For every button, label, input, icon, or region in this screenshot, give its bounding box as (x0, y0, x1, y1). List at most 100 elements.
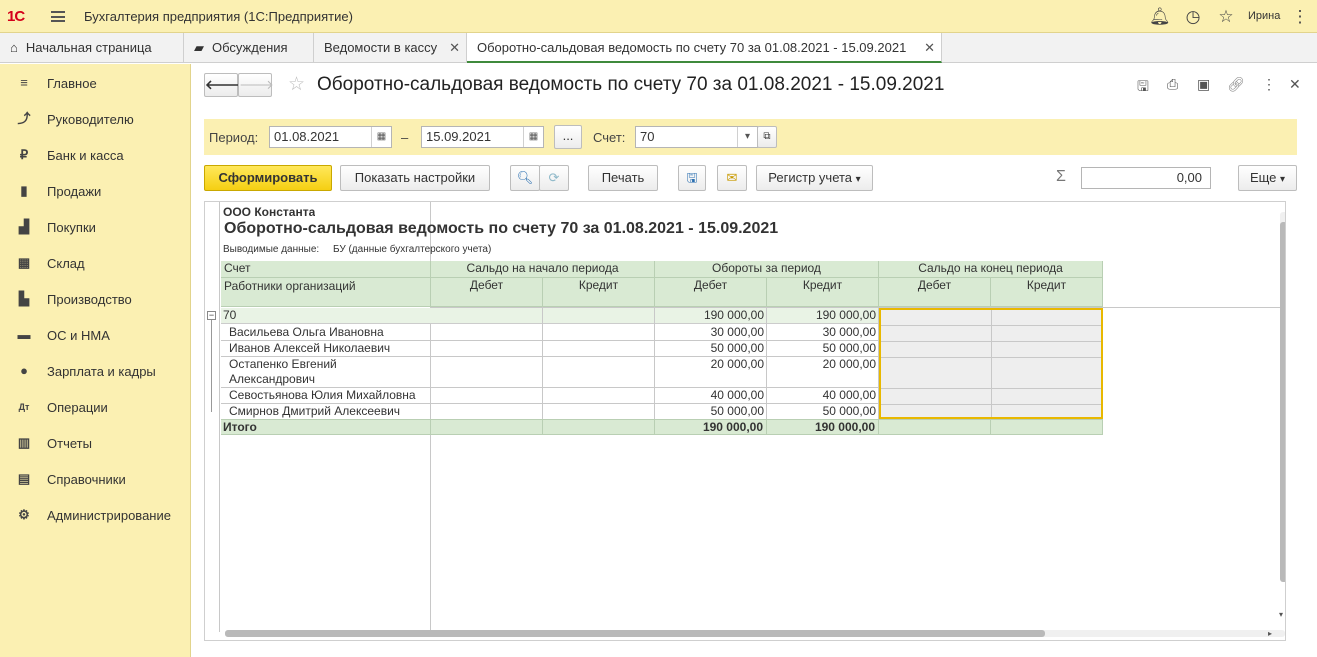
row-turn-debit: 20 000,00 (710, 357, 764, 371)
row-turn-credit: 20 000,00 (822, 357, 876, 371)
show-settings-button[interactable]: Показать настройки (340, 165, 490, 191)
row-turn-debit: 30 000,00 (710, 325, 764, 339)
grid-line (881, 404, 1101, 405)
tab-label: Начальная страница (25, 40, 152, 55)
sidebar-item-label: Главное (47, 76, 97, 91)
header-end-balance: Сальдо на конец периода (879, 261, 1103, 278)
sidebar-item-label: Администрирование (47, 508, 171, 523)
total-row-name: Итого (221, 419, 431, 435)
sidebar-item-main[interactable]: ≡ Главное (0, 67, 190, 97)
ruble-icon: ₽ (19, 147, 29, 162)
email-button[interactable]: ✉ (717, 165, 747, 191)
gear-icon: ⚙ (18, 507, 30, 522)
back-button[interactable]: 🡐 (204, 73, 240, 97)
more-vert-icon[interactable]: ⋮ (1262, 76, 1276, 93)
period-label: Период: (209, 130, 259, 145)
grid-line (654, 308, 655, 434)
save-icon[interactable]: 🖫 (1137, 76, 1149, 100)
preview-icon[interactable]: ▣ (1197, 76, 1210, 93)
sidebar-item-purchases[interactable]: ▟ Покупки (0, 211, 190, 241)
account-value: 70 (640, 129, 655, 144)
period-select-button[interactable]: ... (554, 125, 582, 149)
register-label: Регистр учета (768, 170, 853, 185)
tab-cash-statements[interactable]: Ведомости в кассу ✕ (314, 33, 467, 63)
header-account: Счет (221, 261, 431, 278)
forward-button[interactable]: 🡒 (238, 73, 274, 97)
header-workers: Работники организаций (221, 278, 431, 307)
trend-icon: ⤴ (17, 111, 31, 126)
search-button[interactable]: 🔍︎ (510, 165, 540, 191)
menu-icon[interactable] (51, 11, 65, 22)
report-sheet[interactable]: ООО Константа Оборотно-сальдовая ведомос… (204, 201, 1286, 641)
row-name: Смирнов Дмитрий Алексеевич (229, 404, 401, 418)
more-vert-icon[interactable]: ⋮ (1290, 7, 1310, 27)
horizontal-scroll-thumb[interactable] (225, 630, 1045, 637)
grid-line (542, 308, 543, 434)
person-icon: ● (20, 363, 28, 378)
history-icon[interactable]: ◷ (1183, 7, 1203, 27)
print-button[interactable]: Печать (588, 165, 658, 191)
vertical-scroll-thumb[interactable] (1280, 222, 1285, 582)
horizontal-scrollbar[interactable] (225, 630, 1285, 637)
row-name: Иванов Алексей Николаевич (229, 341, 391, 355)
more-button[interactable]: Еще ▾ (1238, 165, 1297, 191)
open-icon: ⧉ (763, 131, 771, 142)
bell-icon[interactable]: 🔔︎ (1149, 7, 1171, 27)
vertical-scrollbar[interactable] (1280, 212, 1285, 582)
debit-credit-icon: Дт (18, 402, 30, 412)
sidebar-item-salary[interactable]: ● Зарплата и кадры (0, 355, 190, 385)
total-start-debit (431, 419, 543, 435)
save-report-button[interactable]: 🖫 (678, 165, 706, 191)
link-icon[interactable]: 🔗︎ (1227, 76, 1245, 93)
period-from-input[interactable]: 01.08.2021 ▦ (269, 126, 392, 148)
sidebar-item-production[interactable]: ▙ Производство (0, 283, 190, 313)
printer-icon[interactable]: ⎙ (1167, 76, 1178, 93)
tab-home[interactable]: ⌂ Начальная страница (0, 33, 184, 63)
close-form-icon[interactable]: ✕ (1289, 76, 1301, 93)
sidebar-item-label: Производство (47, 292, 132, 307)
period-to-input[interactable]: 15.09.2021 ▦ (421, 126, 544, 148)
row-name: Васильева Ольга Ивановна (229, 325, 384, 339)
sidebar-item-label: Операции (47, 400, 108, 415)
grid-line (881, 388, 1101, 389)
row-turn-credit: 50 000,00 (822, 404, 876, 418)
close-icon[interactable]: ✕ (449, 33, 460, 62)
register-button[interactable]: Регистр учета ▾ (756, 165, 873, 191)
calendar-icon[interactable]: ▦ (371, 127, 391, 147)
account-input[interactable]: 70 ▾ (635, 126, 758, 148)
collapse-toggle[interactable]: − (207, 311, 216, 320)
user-name[interactable]: Ирина (1248, 10, 1280, 22)
close-icon[interactable]: ✕ (924, 33, 935, 62)
sidebar-item-bank[interactable]: ₽ Банк и касса (0, 139, 190, 169)
tab-discussions[interactable]: ▰ Обсуждения (184, 33, 314, 63)
tab-osv-report[interactable]: Оборотно-сальдовая ведомость по счету 70… (467, 33, 942, 63)
group-row-name: 70 (221, 308, 431, 324)
sidebar-item-warehouse[interactable]: ▦ Склад (0, 247, 190, 277)
more-label: Еще (1249, 170, 1277, 185)
app-logo[interactable]: 1С (7, 8, 25, 25)
sidebar-item-reports[interactable]: ▥ Отчеты (0, 427, 190, 457)
sidebar-item-admin[interactable]: ⚙ Администрирование (0, 499, 190, 529)
calendar-icon[interactable]: ▦ (523, 127, 543, 147)
star-icon[interactable]: ☆ (1216, 7, 1236, 27)
search-clear-button[interactable]: ⟳ (539, 165, 569, 191)
chevron-down-icon[interactable]: ▾ (737, 127, 757, 147)
row-turn-debit: 40 000,00 (710, 388, 764, 402)
sidebar-item-label: Отчеты (47, 436, 92, 451)
sidebar-item-manager[interactable]: ⤴ Руководителю (0, 103, 190, 133)
favorite-star-icon[interactable]: ☆ (288, 73, 305, 96)
scroll-right-icon[interactable]: ▸ (1268, 629, 1272, 638)
generate-button[interactable]: Сформировать (204, 165, 332, 191)
grid-line (766, 308, 767, 434)
scroll-down-icon[interactable]: ▾ (1279, 610, 1283, 619)
report-org: ООО Константа (223, 205, 316, 219)
selected-cell-range[interactable] (879, 308, 1103, 419)
sum-field[interactable]: 0,00 (1081, 167, 1211, 189)
sidebar-item-sales[interactable]: ▮ Продажи (0, 175, 190, 205)
open-account-button[interactable]: ⧉ (757, 126, 777, 148)
grid-line (991, 310, 992, 417)
total-turn-credit: 190 000,00 (767, 419, 879, 435)
sidebar-item-assets[interactable]: ▬ ОС и НМА (0, 319, 190, 349)
sidebar-item-operations[interactable]: Дт Операции (0, 391, 190, 421)
sidebar-item-references[interactable]: ▤ Справочники (0, 463, 190, 493)
